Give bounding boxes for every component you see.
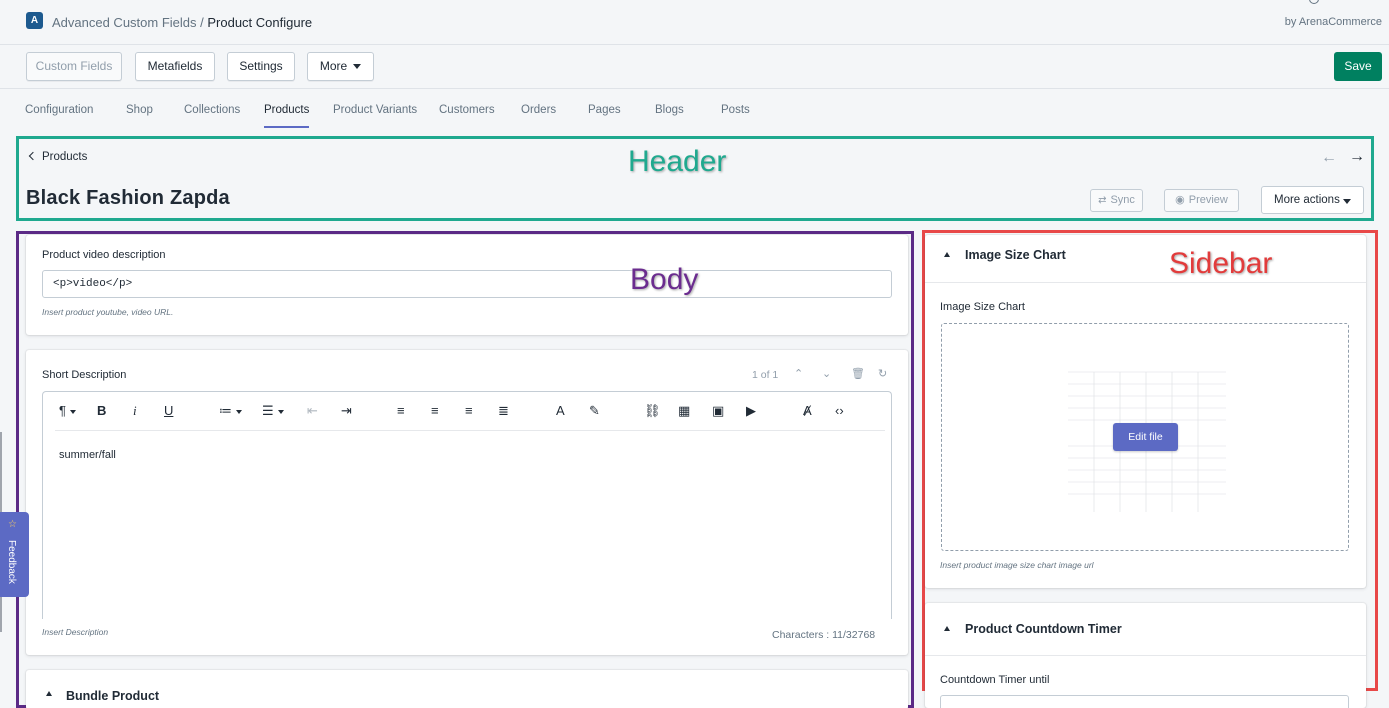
refresh-icon[interactable]: ↻ [878, 367, 887, 380]
tab-posts[interactable]: Posts [721, 104, 750, 116]
collapse-triangle-icon[interactable] [944, 626, 950, 631]
version-pager: 1 of 1 [752, 369, 779, 381]
tab-product-variants[interactable]: Product Variants [333, 104, 417, 116]
sync-button[interactable]: ⇄ Sync [1090, 189, 1143, 212]
chevron-down-icon[interactable]: ⌄ [822, 367, 831, 380]
highlight-icon[interactable]: ✎ [589, 403, 600, 419]
tab-customers[interactable]: Customers [439, 104, 495, 116]
image-dropzone[interactable]: Edit file [941, 323, 1349, 551]
body-annotation: Body [630, 263, 699, 296]
sync-label: Sync [1110, 194, 1135, 206]
back-to-products-link[interactable]: Products [28, 151, 88, 163]
custom-fields-button[interactable]: Custom Fields [26, 52, 122, 81]
align-center-icon[interactable]: ≡ [431, 403, 439, 418]
more-actions-label: More actions [1274, 194, 1340, 206]
image-size-chart-label: Image Size Chart [940, 301, 1025, 313]
sidebar-annotation: Sidebar [1169, 247, 1273, 280]
code-view-icon[interactable]: ‹› [835, 403, 844, 418]
preview-label: Preview [1188, 194, 1228, 206]
editor-content[interactable]: summer/fall [59, 449, 116, 461]
app-logo-icon: A [26, 12, 43, 29]
align-right-icon[interactable]: ≡ [465, 403, 473, 418]
caret-down-icon [353, 64, 362, 70]
collapse-triangle-icon[interactable] [46, 691, 52, 696]
trash-icon[interactable]: 🗑 [851, 367, 865, 380]
tab-orders[interactable]: Orders [521, 104, 556, 116]
tab-pages[interactable]: Pages [588, 104, 621, 116]
eye-icon: ◉ [1175, 194, 1185, 206]
indent-icon[interactable]: ⇥ [341, 403, 352, 419]
character-count: Characters : 11/32768 [772, 629, 876, 641]
underline-icon[interactable]: U [164, 403, 173, 418]
star-icon: ☆ [8, 519, 17, 530]
video-description-label: Product video description [42, 249, 166, 261]
ordered-list-icon[interactable]: ≔ [219, 403, 242, 419]
card-divider [925, 655, 1366, 656]
countdown-timer-input[interactable] [940, 695, 1349, 708]
edit-file-button[interactable]: Edit file [1113, 423, 1178, 451]
back-link-label: Products [42, 151, 88, 163]
image-icon[interactable]: ▣ [712, 403, 724, 419]
unordered-list-icon[interactable]: ☰ [262, 403, 284, 419]
bold-icon[interactable]: B [97, 403, 106, 418]
previous-arrow-icon[interactable]: ← [1321, 149, 1337, 167]
resource-tabs: Configuration Shop Collections Products … [0, 89, 1389, 131]
align-justify-icon[interactable]: ≣ [498, 403, 509, 419]
tab-products[interactable]: Products [264, 104, 310, 128]
editor-divider [55, 430, 885, 431]
tab-configuration[interactable]: Configuration [25, 104, 93, 116]
paragraph-icon[interactable]: ¶ [59, 403, 76, 418]
align-left-icon[interactable]: ≡ [397, 403, 405, 418]
italic-icon[interactable]: i [133, 403, 137, 419]
app-bar: A Advanced Custom Fields / Product Confi… [0, 0, 1389, 45]
card-divider [925, 282, 1366, 283]
image-size-chart-help: Insert product image size chart image ur… [940, 560, 1094, 570]
short-description-help: Insert Description [42, 627, 109, 637]
tab-shop[interactable]: Shop [126, 104, 153, 116]
preview-button[interactable]: ◉ Preview [1164, 189, 1239, 212]
app-title-current: Product Configure [207, 15, 313, 30]
image-size-chart-title[interactable]: Image Size Chart [965, 248, 1066, 262]
caret-down-icon [1343, 199, 1351, 204]
text-color-icon[interactable]: A [556, 403, 565, 418]
more-actions-button[interactable]: More actions [1261, 186, 1364, 214]
header-annotation: Header [628, 145, 727, 178]
chevron-left-icon [28, 151, 38, 161]
tab-collections[interactable]: Collections [184, 104, 240, 116]
tab-blogs[interactable]: Blogs [655, 104, 684, 116]
collapse-triangle-icon[interactable] [944, 252, 950, 257]
rich-text-editor: ¶ B i U ≔ ☰ ⇤ ⇥ ≡ ≡ ≡ ≣ A ✎ ⛓ ▦ ▣ ▶ Ⱥ ‹›… [42, 391, 892, 619]
more-button[interactable]: More [307, 52, 374, 81]
next-arrow-icon[interactable]: → [1349, 148, 1365, 166]
save-button[interactable]: Save [1334, 52, 1382, 81]
feedback-label: Feedback [6, 540, 17, 584]
help-icon[interactable] [1309, 0, 1319, 4]
outdent-icon[interactable]: ⇤ [307, 403, 318, 419]
chevron-up-icon[interactable]: ⌃ [794, 367, 803, 380]
breadcrumb-separator: / [196, 15, 208, 30]
settings-button[interactable]: Settings [227, 52, 295, 81]
more-button-label: More [319, 59, 348, 73]
table-icon[interactable]: ▦ [678, 403, 690, 419]
metafields-button[interactable]: Metafields [135, 52, 215, 81]
bundle-product-title[interactable]: Bundle Product [66, 689, 159, 703]
video-icon[interactable]: ▶ [746, 403, 756, 419]
sync-icon: ⇄ [1098, 195, 1107, 206]
countdown-timer-title[interactable]: Product Countdown Timer [965, 622, 1122, 636]
toolbar: Custom Fields Metafields Settings More S… [0, 45, 1389, 89]
by-line: by ArenaCommerce [1284, 16, 1382, 28]
video-description-help: Insert product youtube, video URL. [42, 307, 174, 317]
short-description-label: Short Description [42, 369, 127, 381]
video-description-input[interactable]: <p>video</p> [42, 270, 892, 298]
countdown-timer-label: Countdown Timer until [940, 674, 1050, 686]
page-title: Black Fashion Zapda [26, 187, 230, 209]
editor-toolbar: ¶ B i U ≔ ☰ ⇤ ⇥ ≡ ≡ ≡ ≣ A ✎ ⛓ ▦ ▣ ▶ Ⱥ ‹› [43, 392, 891, 430]
clear-format-icon[interactable]: Ⱥ [803, 403, 812, 418]
app-title-parent[interactable]: Advanced Custom Fields [52, 15, 197, 30]
link-icon[interactable]: ⛓ [644, 403, 661, 419]
app-breadcrumb: Advanced Custom Fields / Product Configu… [52, 15, 312, 30]
